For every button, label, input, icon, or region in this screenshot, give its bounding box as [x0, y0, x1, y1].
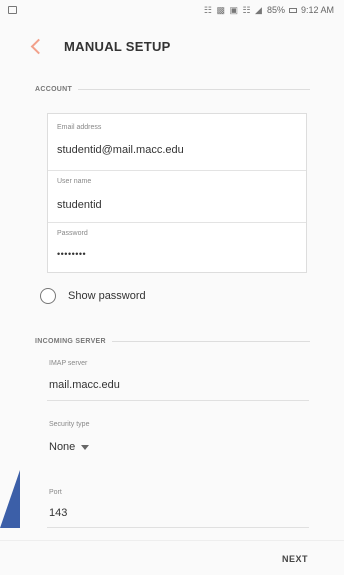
- section-divider: [78, 88, 310, 90]
- status-bar: ☷ ▩ ▣ ☷ ◢ 85% 9:12 AM: [0, 0, 344, 20]
- account-fields: Email address studentid@mail.macc.edu Us…: [47, 113, 307, 273]
- page-title: MANUAL SETUP: [64, 39, 171, 54]
- imap-server-underline: [47, 400, 309, 401]
- clock: 9:12 AM: [300, 5, 334, 15]
- status-icons: ☷ ▩ ▣ ☷ ◢: [203, 4, 263, 15]
- gallery-icon: [8, 6, 17, 14]
- incoming-section-label: INCOMING SERVER: [35, 337, 106, 345]
- account-section-header: ACCOUNT: [35, 83, 310, 95]
- imap-server-input[interactable]: mail.macc.edu: [49, 379, 120, 391]
- email-field[interactable]: Email address studentid@mail.macc.edu: [48, 114, 306, 170]
- password-field[interactable]: Password ••••••••: [48, 223, 306, 273]
- show-password-radio[interactable]: [40, 288, 56, 304]
- bottom-bar: NEXT: [0, 540, 344, 575]
- section-divider: [111, 340, 310, 342]
- account-section-label: ACCOUNT: [35, 85, 73, 93]
- chevron-left-icon[interactable]: [30, 38, 47, 55]
- username-field-label: User name: [57, 178, 92, 185]
- port-input[interactable]: 143: [49, 507, 67, 519]
- password-field-value[interactable]: ••••••••: [57, 249, 86, 259]
- app-header: MANUAL SETUP: [0, 33, 344, 61]
- battery-icon: [288, 7, 297, 13]
- username-field[interactable]: User name studentid: [48, 171, 306, 222]
- port-label: Port: [49, 489, 62, 496]
- show-password-toggle[interactable]: Show password: [40, 288, 146, 304]
- password-field-label: Password: [57, 230, 88, 237]
- security-type-label: Security type: [49, 421, 90, 428]
- arrow-icon: [0, 470, 20, 528]
- username-field-value[interactable]: studentid: [57, 199, 102, 211]
- email-field-value[interactable]: studentid@mail.macc.edu: [57, 144, 184, 156]
- incoming-section-header: INCOMING SERVER: [35, 335, 310, 347]
- dropdown-caret-icon: [81, 444, 90, 450]
- security-type-value: None: [49, 441, 76, 453]
- imap-server-label: IMAP server: [49, 360, 88, 367]
- next-button[interactable]: NEXT: [282, 554, 308, 564]
- email-field-label: Email address: [57, 124, 102, 131]
- battery-percent: 85%: [266, 5, 285, 15]
- security-type-dropdown[interactable]: None: [49, 441, 90, 453]
- show-password-label: Show password: [68, 290, 146, 302]
- port-underline: [47, 527, 309, 528]
